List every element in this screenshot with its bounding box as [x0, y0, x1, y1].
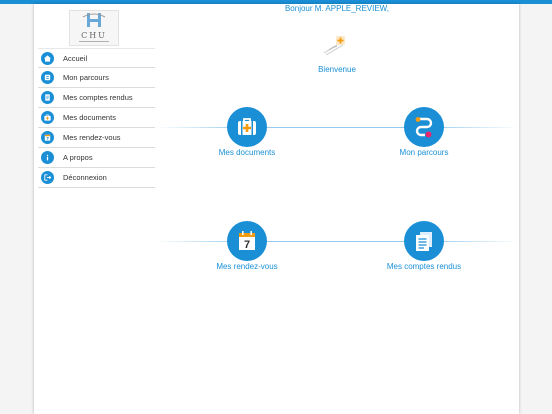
sidebar: CHU Accueil Mon parcours Mes comptes ren…: [34, 4, 155, 414]
sidebar-item-accueil[interactable]: Accueil: [38, 48, 155, 68]
sidebar-item-mes-rendez-vous[interactable]: Mes rendez-vous: [38, 128, 155, 148]
medical-bag-icon: [227, 107, 267, 147]
app-panel: CHU Accueil Mon parcours Mes comptes ren…: [34, 4, 519, 414]
tile-mes-comptes-rendus[interactable]: Mes comptes rendus: [374, 221, 474, 271]
tile-label: Mes rendez-vous: [216, 262, 278, 271]
route-icon: [404, 107, 444, 147]
report-icon: [404, 221, 444, 261]
greeting-text: Bonjour M. APPLE_REVIEW,: [284, 4, 390, 13]
tile-label: Mon parcours: [399, 148, 449, 157]
route-icon: [41, 71, 54, 84]
calendar-icon: [41, 131, 54, 144]
logo-text: CHU: [81, 31, 107, 40]
home-icon: [41, 51, 54, 65]
sidebar-item-label: Déconnexion: [63, 173, 107, 182]
welcome-illustration: [323, 36, 345, 56]
sidebar-item-label: Mes comptes rendus: [63, 93, 133, 102]
report-icon: [41, 91, 54, 104]
tile-mes-rendez-vous[interactable]: 7 Mes rendez-vous: [197, 221, 297, 271]
sidebar-item-a-propos[interactable]: A propos: [38, 148, 155, 168]
sidebar-item-mon-parcours[interactable]: Mon parcours: [38, 68, 155, 88]
sidebar-item-deconnexion[interactable]: Déconnexion: [38, 168, 155, 188]
sidebar-item-mes-comptes-rendus[interactable]: Mes comptes rendus: [38, 88, 155, 108]
calendar-day-number: 7: [244, 239, 250, 251]
sidebar-item-label: Mon parcours: [63, 73, 109, 82]
chu-logo: CHU: [69, 10, 119, 46]
calendar-icon: 7: [227, 221, 267, 261]
tile-label: Mes documents: [218, 148, 276, 157]
tile-mon-parcours[interactable]: Mon parcours: [374, 107, 474, 157]
welcome-label: Bienvenue: [318, 65, 356, 74]
sidebar-item-mes-documents[interactable]: Mes documents: [38, 108, 155, 128]
info-icon: [41, 151, 54, 164]
tile-label: Mes comptes rendus: [386, 262, 462, 271]
logout-icon: [41, 171, 54, 184]
sidebar-item-label: Mes rendez-vous: [63, 133, 121, 142]
main-content: Bonjour M. APPLE_REVIEW, Bienvenue Mes d: [155, 4, 519, 414]
sidebar-item-label: A propos: [63, 153, 93, 162]
sidebar-item-label: Accueil: [63, 53, 88, 63]
sidebar-item-label: Mes documents: [63, 113, 116, 122]
tile-mes-documents[interactable]: Mes documents: [197, 107, 297, 157]
sidebar-nav: Accueil Mon parcours Mes comptes rendus …: [38, 48, 155, 188]
medical-bag-icon: [41, 111, 54, 124]
